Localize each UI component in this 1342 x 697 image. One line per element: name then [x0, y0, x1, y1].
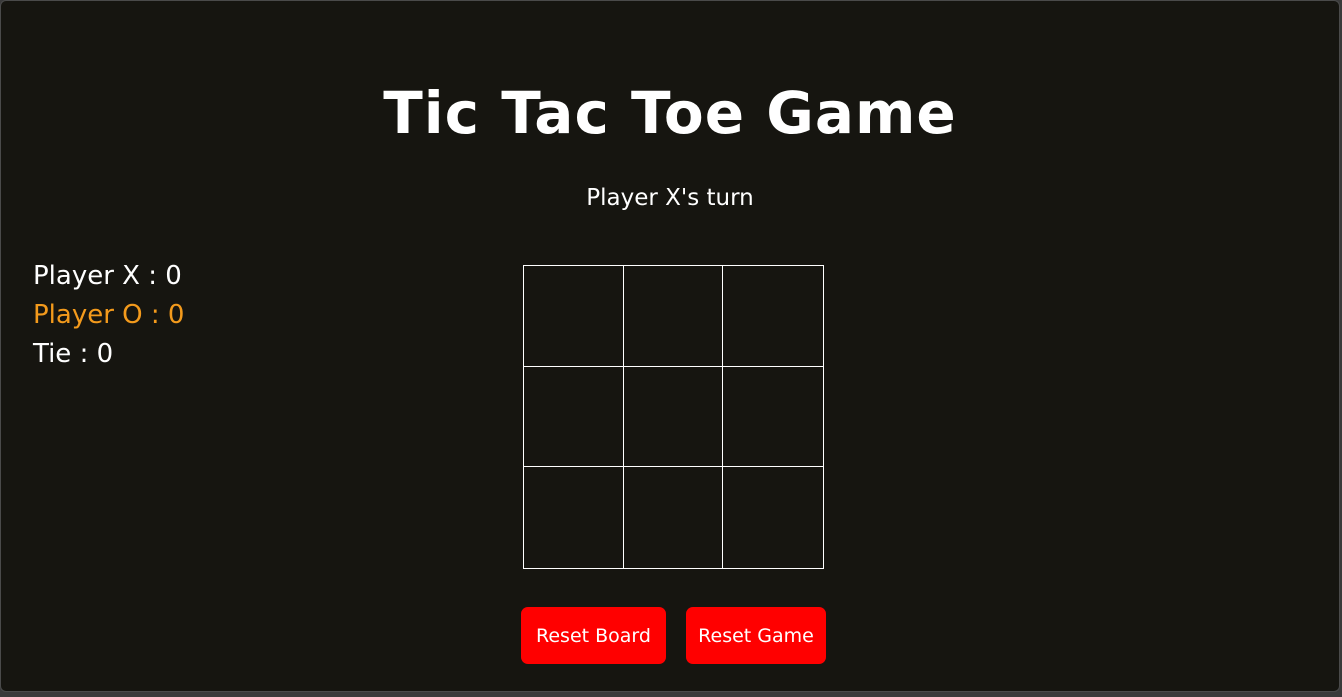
score-player-o: Player O : 0 [33, 300, 185, 330]
board-cell-1[interactable] [624, 266, 723, 367]
board-cell-7[interactable] [624, 467, 723, 568]
board-cell-0[interactable] [524, 266, 624, 367]
board-cell-6[interactable] [524, 467, 624, 568]
game-window: Tic Tac Toe Game Player X's turn Player … [0, 0, 1340, 692]
reset-board-button[interactable]: Reset Board [521, 607, 666, 664]
board-cell-4[interactable] [624, 367, 723, 467]
score-player-x: Player X : 0 [33, 261, 182, 291]
board-cell-3[interactable] [524, 367, 624, 467]
game-board [523, 265, 824, 569]
board-cell-2[interactable] [723, 266, 823, 367]
scoreboard: Player X : 0 Player O : 0 Tie : 0 [33, 257, 184, 374]
reset-game-button[interactable]: Reset Game [686, 607, 826, 664]
page-title: Tic Tac Toe Game [383, 79, 957, 147]
turn-status: Player X's turn [586, 185, 754, 211]
score-tie: Tie : 0 [33, 339, 114, 369]
board-cell-5[interactable] [723, 367, 823, 467]
board-cell-8[interactable] [723, 467, 823, 568]
